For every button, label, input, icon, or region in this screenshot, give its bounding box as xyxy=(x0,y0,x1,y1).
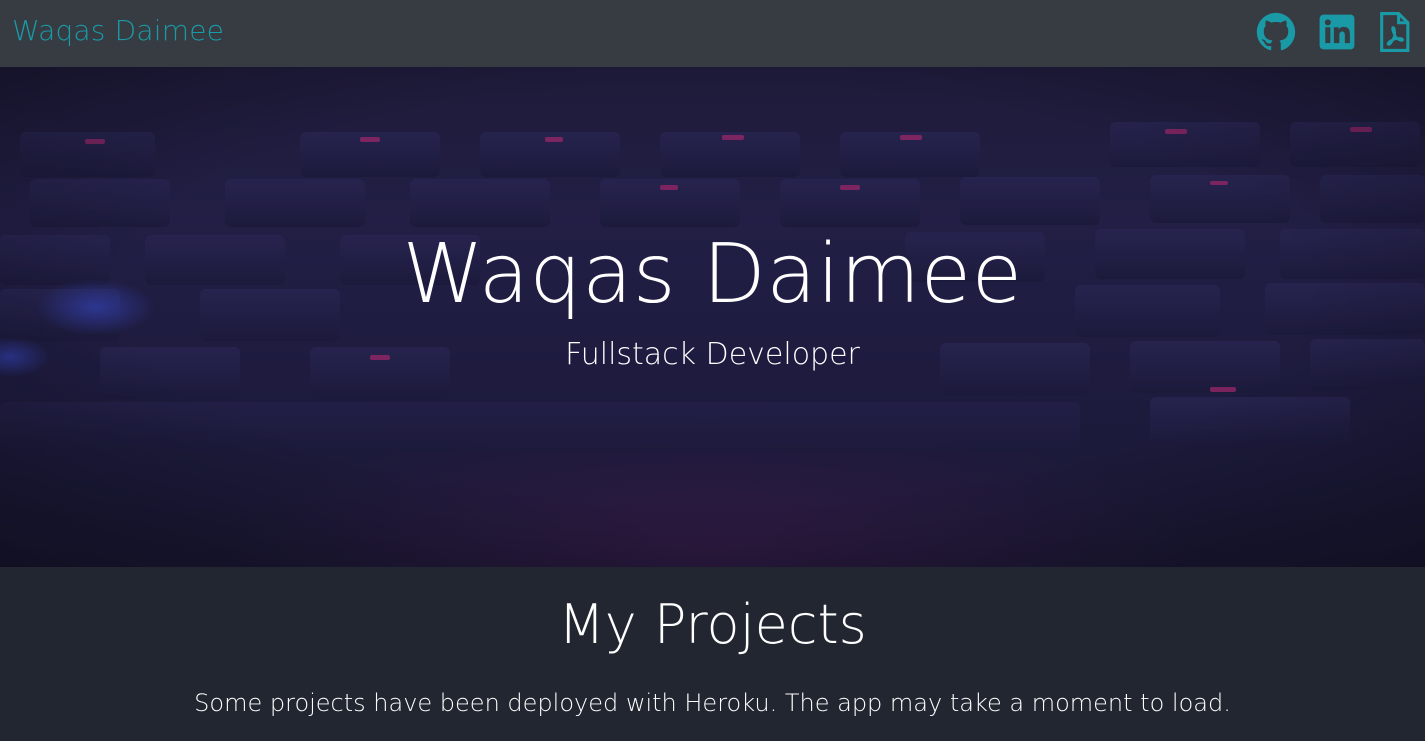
projects-note: Some projects have been deployed with He… xyxy=(194,689,1231,717)
brand-link[interactable]: Waqas Daimee xyxy=(12,13,224,49)
projects-section: My Projects Some projects have been depl… xyxy=(0,567,1425,741)
github-icon[interactable] xyxy=(1256,12,1296,52)
hero-banner: Waqas Daimee Fullstack Developer xyxy=(0,67,1425,567)
projects-heading: My Projects xyxy=(558,593,867,656)
pdf-resume-icon[interactable] xyxy=(1378,12,1410,52)
hero-title: Waqas Daimee xyxy=(402,227,1023,322)
hero-subtitle: Fullstack Developer xyxy=(565,337,860,372)
navbar: Waqas Daimee xyxy=(0,0,1425,67)
linkedin-icon[interactable] xyxy=(1318,12,1356,52)
